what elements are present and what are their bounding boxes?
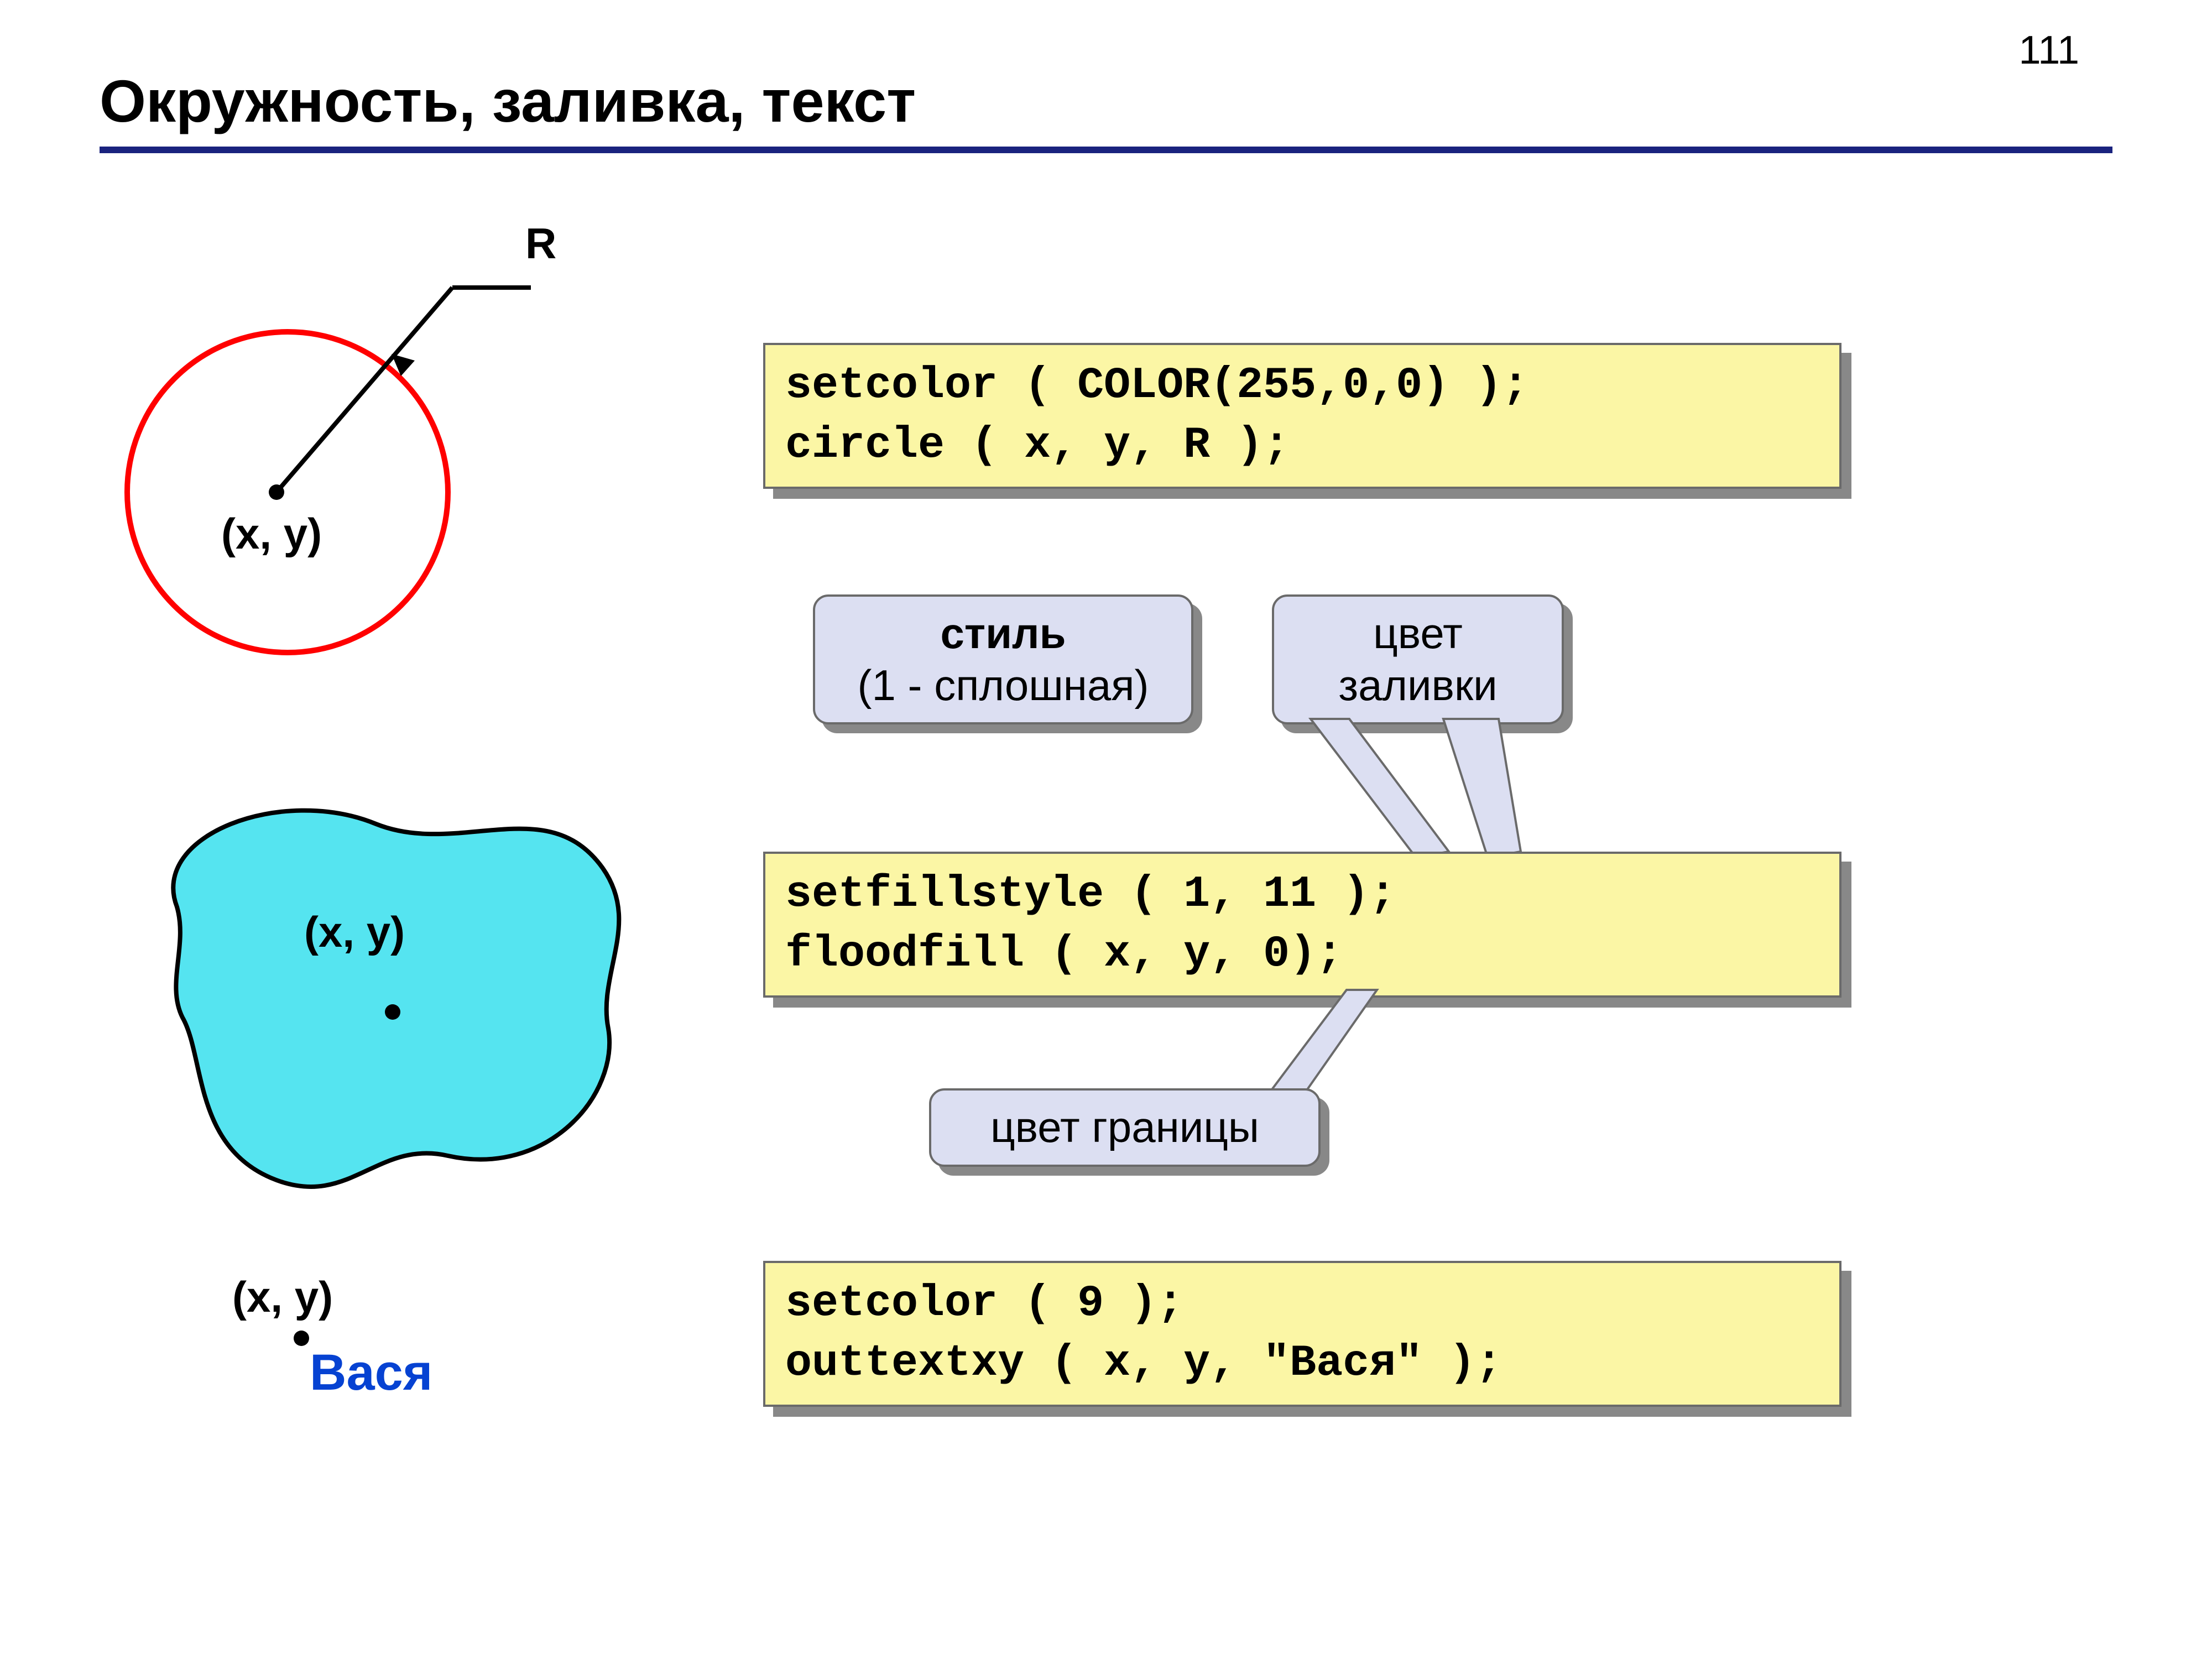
code-block-circle: setcolor ( COLOR(255,0,0) ); circle ( x,… <box>763 343 1841 489</box>
code-block-fill: setfillstyle ( 1, 11 ); floodfill ( x, y… <box>763 852 1841 998</box>
blob-xy-label: (x, y) <box>304 907 405 957</box>
slide-title: Окружность, заливка, текст <box>100 66 2112 135</box>
text-point <box>290 1327 312 1349</box>
callout-fill-color: цвет заливки <box>1272 594 1564 724</box>
text-sample: Вася <box>310 1344 432 1402</box>
callout-style-sub: (1 - сплошная) <box>858 661 1149 709</box>
code-block-text: setcolor ( 9 ); outtextxy ( x, y, "Вася"… <box>763 1261 1841 1407</box>
page-number: 111 <box>2019 28 2079 73</box>
callout-pointers-top <box>763 719 1814 863</box>
circle-xy-label: (x, y) <box>221 509 322 559</box>
floodfill-illustration <box>116 769 641 1222</box>
text-xy-label: (x, y) <box>232 1272 333 1322</box>
radius-label: R <box>525 218 556 269</box>
title-rule <box>100 147 2112 153</box>
callout-border-color: цвет границы <box>929 1088 1321 1167</box>
callout-style: стиль (1 - сплошная) <box>813 594 1193 724</box>
circle-illustration <box>122 254 542 675</box>
callout-style-title: стиль <box>940 609 1066 658</box>
